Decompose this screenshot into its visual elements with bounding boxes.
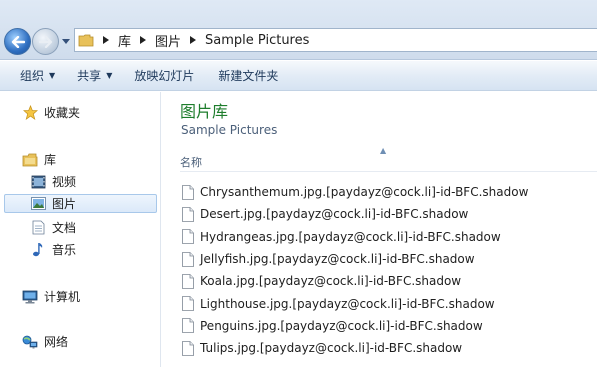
sidebar-item-computer[interactable]: 计算机: [22, 287, 175, 306]
new-folder-label: 新建文件夹: [218, 69, 279, 83]
library-subtitle[interactable]: Sample Pictures: [181, 123, 277, 137]
file-icon: [182, 340, 195, 356]
sidebar-item-label: 网络: [44, 335, 69, 349]
folder-icon: [75, 29, 97, 51]
file-row[interactable]: Lighthouse.jpg.[paydayz@cock.li]-id-BFC.…: [182, 292, 528, 314]
chevron-down-icon: ▼: [49, 71, 56, 80]
sidebar-item-pictures[interactable]: 图片: [4, 194, 157, 213]
sidebar-item-network[interactable]: 网络: [22, 332, 175, 351]
file-icon: [182, 229, 195, 245]
command-bar: 组织 ▼ 共享 ▼ 放映幻灯片 新建文件夹: [0, 61, 597, 91]
sidebar-item-documents[interactable]: 文档: [30, 218, 183, 237]
share-button[interactable]: 共享 ▼: [69, 64, 120, 88]
address-bar: 库 图片 Sample Pictures: [0, 0, 597, 60]
content-pane: 图片库 Sample Pictures ▲ 名称 Chrysanthemum.j…: [162, 92, 597, 367]
breadcrumb-chevron-icon[interactable]: [97, 29, 115, 51]
breadcrumb-pictures[interactable]: 图片: [152, 31, 184, 50]
sidebar-item-label: 计算机: [44, 290, 81, 304]
chevron-down-icon: [62, 38, 70, 44]
file-name: Chrysanthemum.jpg.[paydayz@cock.li]-id-B…: [200, 185, 529, 200]
file-name: Koala.jpg.[paydayz@cock.li]-id-BFC.shado…: [200, 274, 462, 289]
slideshow-button[interactable]: 放映幻灯片: [126, 64, 202, 88]
video-icon: [30, 174, 46, 190]
file-name: Lighthouse.jpg.[paydayz@cock.li]-id-BFC.…: [200, 296, 495, 311]
recent-pages-dropdown[interactable]: [61, 36, 71, 46]
sidebar-item-label: 视频: [52, 175, 77, 189]
file-icon: [182, 273, 195, 289]
file-name: Tulips.jpg.[paydayz@cock.li]-id-BFC.shad…: [200, 341, 463, 356]
forward-button[interactable]: [32, 28, 59, 55]
forward-arrow-icon: [38, 35, 52, 48]
file-icon: [182, 251, 195, 267]
column-header-label: 名称: [180, 155, 202, 169]
sidebar-item-favorites[interactable]: 收藏夹: [22, 103, 175, 122]
navigation-pane: 收藏夹 库 视频 图片 文档 音乐 计算机 网络: [0, 92, 161, 367]
file-row[interactable]: Hydrangeas.jpg.[paydayz@cock.li]-id-BFC.…: [182, 226, 528, 248]
column-header-name[interactable]: 名称: [180, 152, 597, 172]
chevron-down-icon: ▼: [106, 71, 113, 80]
sidebar-item-label: 图片: [52, 197, 77, 211]
sidebar-item-music[interactable]: 音乐: [30, 240, 183, 259]
share-label: 共享: [77, 69, 102, 83]
breadcrumb-sample-pictures[interactable]: Sample Pictures: [202, 33, 312, 48]
file-row[interactable]: Jellyfish.jpg.[paydayz@cock.li]-id-BFC.s…: [182, 248, 528, 270]
file-icon: [182, 206, 195, 222]
new-folder-button[interactable]: 新建文件夹: [210, 64, 286, 88]
file-row[interactable]: Chrysanthemum.jpg.[paydayz@cock.li]-id-B…: [182, 181, 528, 203]
picture-icon: [30, 196, 46, 212]
file-list: Chrysanthemum.jpg.[paydayz@cock.li]-id-B…: [182, 181, 528, 359]
breadcrumb-chevron-icon[interactable]: [184, 29, 202, 51]
file-icon: [182, 184, 195, 200]
organize-button[interactable]: 组织 ▼: [12, 64, 63, 88]
sidebar-item-label: 音乐: [52, 243, 77, 257]
file-name: Desert.jpg.[paydayz@cock.li]-id-BFC.shad…: [200, 207, 469, 222]
file-row[interactable]: Koala.jpg.[paydayz@cock.li]-id-BFC.shado…: [182, 270, 528, 292]
sidebar-item-label: 收藏夹: [44, 106, 81, 120]
back-button[interactable]: [4, 28, 31, 55]
sidebar-item-videos[interactable]: 视频: [30, 172, 183, 191]
file-name: Hydrangeas.jpg.[paydayz@cock.li]-id-BFC.…: [200, 229, 501, 244]
breadcrumb-chevron-icon[interactable]: [134, 29, 152, 51]
sidebar-item-label: 文档: [52, 221, 77, 235]
music-note-icon: [30, 242, 46, 258]
breadcrumb-libraries[interactable]: 库: [115, 31, 134, 50]
sidebar-item-label: 库: [44, 153, 57, 167]
library-title: 图片库: [180, 102, 229, 121]
file-name: Jellyfish.jpg.[paydayz@cock.li]-id-BFC.s…: [200, 252, 475, 267]
file-icon: [182, 318, 195, 334]
breadcrumb[interactable]: 库 图片 Sample Pictures: [74, 28, 597, 52]
file-icon: [182, 296, 195, 312]
file-row[interactable]: Desert.jpg.[paydayz@cock.li]-id-BFC.shad…: [182, 203, 528, 225]
computer-icon: [22, 289, 38, 305]
slideshow-label: 放映幻灯片: [134, 69, 195, 83]
file-name: Penguins.jpg.[paydayz@cock.li]-id-BFC.sh…: [200, 318, 483, 333]
library-icon: [22, 152, 38, 168]
network-icon: [22, 334, 38, 350]
back-arrow-icon: [11, 35, 25, 48]
document-icon: [30, 220, 46, 236]
organize-label: 组织: [20, 69, 45, 83]
file-row[interactable]: Tulips.jpg.[paydayz@cock.li]-id-BFC.shad…: [182, 337, 528, 359]
sidebar-item-libraries[interactable]: 库: [22, 150, 175, 169]
file-row[interactable]: Penguins.jpg.[paydayz@cock.li]-id-BFC.sh…: [182, 315, 528, 337]
star-icon: [22, 105, 38, 121]
